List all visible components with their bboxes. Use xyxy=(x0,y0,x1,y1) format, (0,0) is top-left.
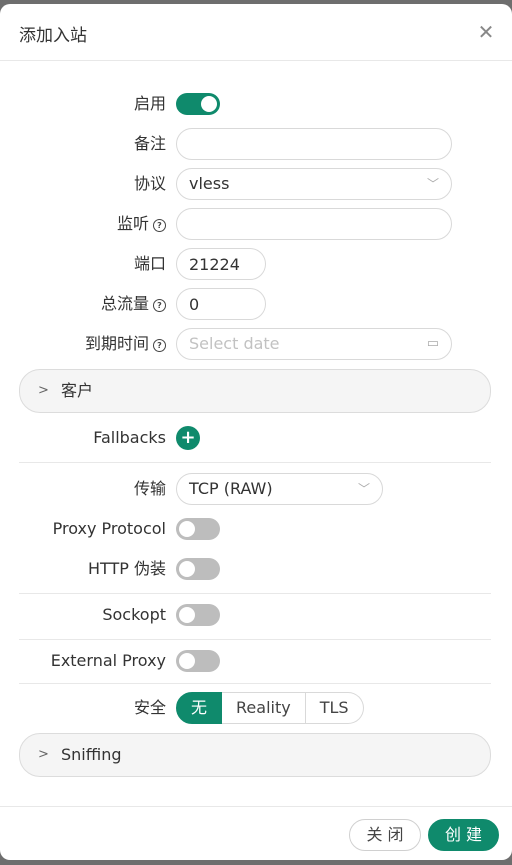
divider xyxy=(19,639,491,640)
port-label: 端口 xyxy=(133,254,166,273)
proxy-protocol-toggle[interactable] xyxy=(176,518,220,540)
protocol-row: 协议 vless ﹀ xyxy=(0,168,512,200)
security-option-tls[interactable]: TLS xyxy=(305,692,364,724)
security-segmented: 无 Reality TLS xyxy=(176,692,364,724)
fallbacks-row: Fallbacks + xyxy=(0,422,512,454)
toggle-knob xyxy=(179,653,195,669)
proxy-protocol-row: Proxy Protocol xyxy=(0,513,512,545)
total-traffic-input[interactable] xyxy=(176,288,266,320)
enable-toggle[interactable] xyxy=(176,93,220,115)
toggle-knob xyxy=(201,96,217,112)
divider xyxy=(19,593,491,594)
enable-row: 启用 xyxy=(0,88,512,120)
expiry-row: 到期时间? Select date ▭ xyxy=(0,328,512,360)
http-camouflage-toggle[interactable] xyxy=(176,558,220,580)
modal-title: 添加入站 xyxy=(19,26,87,46)
port-input[interactable] xyxy=(176,248,266,280)
remark-input[interactable] xyxy=(176,128,452,160)
total-traffic-row: 总流量? xyxy=(0,288,512,320)
proxy-protocol-label: Proxy Protocol xyxy=(52,519,166,538)
sockopt-row: Sockopt xyxy=(0,599,512,631)
expiry-placeholder: Select date xyxy=(189,334,280,353)
sniffing-collapse[interactable]: > Sniffing xyxy=(19,733,491,777)
protocol-select[interactable]: vless ﹀ xyxy=(176,168,452,200)
create-button[interactable]: 创 建 xyxy=(428,819,499,851)
close-button[interactable]: 关 闭 xyxy=(349,819,421,851)
calendar-icon: ▭ xyxy=(426,336,439,351)
chevron-right-icon: > xyxy=(38,383,49,398)
external-proxy-label: External Proxy xyxy=(50,651,166,670)
http-camouflage-row: HTTP 伪装 xyxy=(0,553,512,585)
clients-collapse[interactable]: > 客户 xyxy=(19,369,491,413)
security-row: 安全 无 Reality TLS xyxy=(0,692,512,724)
divider xyxy=(19,683,491,684)
chevron-right-icon: > xyxy=(38,747,49,762)
sniffing-title: Sniffing xyxy=(61,745,122,764)
add-inbound-modal: 添加入站 ✕ 启用 备注 协议 vless ﹀ 监听? 端口 总流量? 到期时间… xyxy=(0,4,512,860)
chevron-down-icon: ﹀ xyxy=(357,482,370,496)
help-icon[interactable]: ? xyxy=(153,299,166,312)
total-traffic-label: 总流量 xyxy=(100,294,149,313)
port-row: 端口 xyxy=(0,248,512,280)
expiry-date-picker[interactable]: Select date ▭ xyxy=(176,328,452,360)
protocol-value: vless xyxy=(189,174,230,193)
sockopt-toggle[interactable] xyxy=(176,604,220,626)
close-icon[interactable]: ✕ xyxy=(474,20,498,44)
chevron-down-icon: ﹀ xyxy=(426,177,439,191)
protocol-label: 协议 xyxy=(133,174,166,193)
divider xyxy=(19,462,491,463)
remark-row: 备注 xyxy=(0,128,512,160)
total-traffic-label-wrap: 总流量? xyxy=(101,288,166,320)
sockopt-label: Sockopt xyxy=(102,605,166,624)
modal-header: 添加入站 ✕ xyxy=(0,4,512,61)
add-fallback-button[interactable]: + xyxy=(176,426,200,450)
expiry-label-wrap: 到期时间? xyxy=(85,328,166,360)
security-label: 安全 xyxy=(133,698,166,717)
external-proxy-row: External Proxy xyxy=(0,645,512,677)
listen-label: 监听 xyxy=(116,214,149,233)
clients-title: 客户 xyxy=(61,381,94,400)
expiry-label: 到期时间 xyxy=(84,334,149,353)
transport-row: 传输 TCP (RAW) ﹀ xyxy=(0,473,512,505)
toggle-knob xyxy=(179,607,195,623)
listen-label-wrap: 监听? xyxy=(117,208,166,240)
help-icon[interactable]: ? xyxy=(153,339,166,352)
toggle-knob xyxy=(179,521,195,537)
listen-row: 监听? xyxy=(0,208,512,240)
security-option-none[interactable]: 无 xyxy=(176,692,223,724)
help-icon[interactable]: ? xyxy=(153,219,166,232)
enable-label: 启用 xyxy=(133,94,166,113)
transport-select[interactable]: TCP (RAW) ﹀ xyxy=(176,473,383,505)
modal-footer: 关 闭 创 建 xyxy=(0,806,512,860)
remark-label: 备注 xyxy=(133,134,166,153)
external-proxy-toggle[interactable] xyxy=(176,650,220,672)
http-camouflage-label: HTTP 伪装 xyxy=(87,559,166,578)
fallbacks-label: Fallbacks xyxy=(93,428,166,447)
transport-label: 传输 xyxy=(133,479,166,498)
listen-input[interactable] xyxy=(176,208,452,240)
transport-value: TCP (RAW) xyxy=(189,479,273,498)
security-option-reality[interactable]: Reality xyxy=(222,692,306,724)
toggle-knob xyxy=(179,561,195,577)
